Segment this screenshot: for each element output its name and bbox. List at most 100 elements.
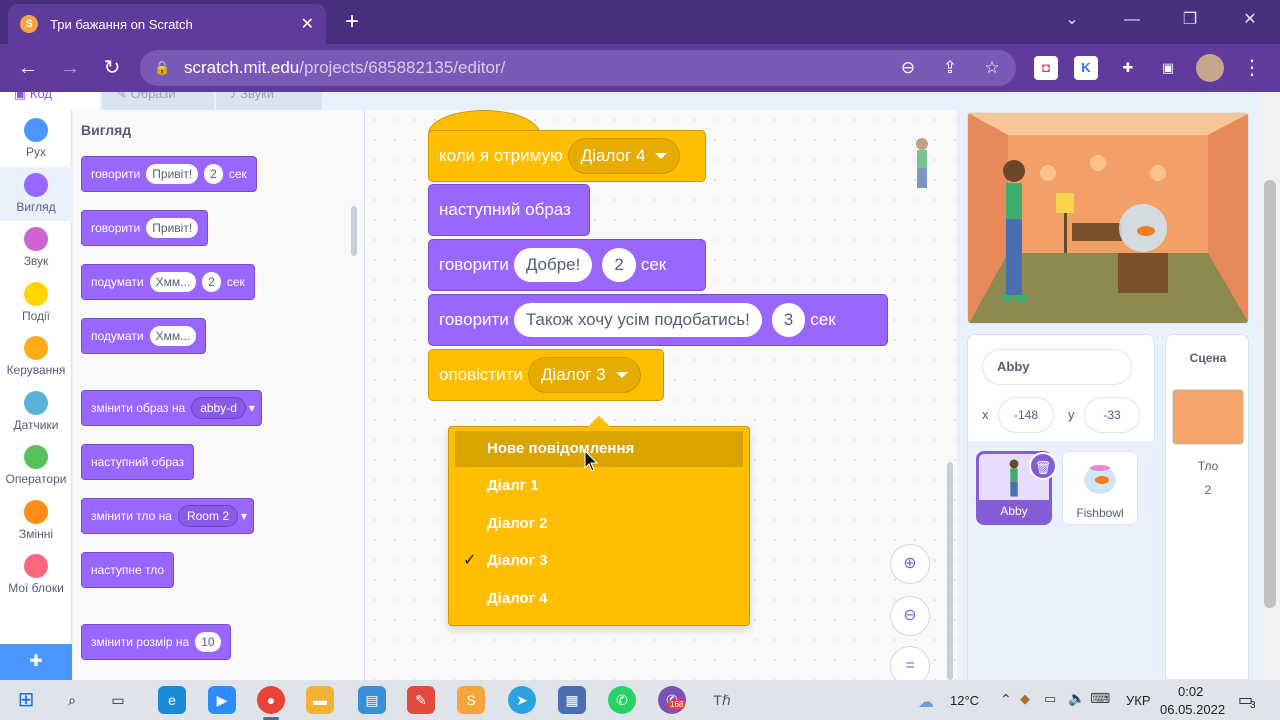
category-8[interactable]: Змінні [0,494,72,548]
tab-code[interactable]: ▣ Код [0,92,100,110]
tab-close-icon[interactable]: ✕ [301,14,314,34]
language-indicator[interactable]: УКР [1126,693,1151,708]
dropdown-item[interactable]: Діалг 1 [455,468,743,504]
bookmark-star-icon[interactable]: ☆ [980,56,1004,80]
say-secs-input[interactable]: 2 [602,248,636,282]
say-text-input-2[interactable]: Також хочу усім подобатись! [513,303,762,337]
close-window-button[interactable]: ✕ [1230,6,1270,34]
palette-block[interactable]: наступне тло [81,552,175,588]
palette-block[interactable]: подумати Хмм... [81,318,207,354]
back-button[interactable]: ← [14,54,42,82]
code-scrollbar[interactable] [947,462,953,680]
browser-menu-icon[interactable]: ⋮ [1238,54,1266,82]
dropdown-item[interactable]: Діалог 2 [455,506,743,542]
category-4[interactable]: Події [0,276,72,330]
url-input[interactable]: 🔒 scratch.mit.edu/projects/685882135/edi… [140,50,1016,86]
palette-block[interactable]: говорити Привіт! 2 сек [81,156,257,192]
dropdown-item[interactable]: ✓ Діалог 3 [455,543,743,579]
clock-time[interactable]: 0:02 [1178,684,1203,699]
dropdown-item[interactable]: Нове повідомлення [455,431,743,467]
tab-costumes[interactable]: ✎ Образи [102,92,214,110]
page-scrollbar-thumb[interactable] [1264,180,1276,608]
profile-avatar[interactable] [1196,54,1224,82]
notebook-icon[interactable]: ▤ [358,686,386,714]
next-costume-block[interactable]: наступний образ [428,184,590,236]
file-explorer-icon[interactable]: ▬ [306,686,334,714]
network-icon[interactable]: ▭ [1044,691,1056,707]
receive-message-dropdown[interactable]: Діалог 4 [567,138,681,174]
palette-block[interactable]: змінити образ на abby-d ▾ [81,390,262,426]
forward-button[interactable]: → [56,54,84,82]
block-dropdown[interactable]: Room 2 [177,505,238,527]
window-icon[interactable]: ▣ [1156,56,1180,80]
reload-button[interactable]: ↻ [98,54,126,82]
when-i-receive-block[interactable]: коли я отримую Діалог 4 [428,130,706,182]
clock-date[interactable]: 06.05.2022 [1160,702,1225,717]
keyboard-icon[interactable]: ⌨ [1090,690,1110,707]
block-input[interactable]: 2 [204,164,223,184]
category-2[interactable]: Вигляд [0,166,72,221]
palette-block[interactable]: наступний образ [81,444,195,480]
zoom-icon[interactable]: ⊖ [896,56,920,80]
block-input[interactable]: Хмм... [149,272,197,292]
say-for-secs-block-2[interactable]: говорити Також хочу усім подобатись! 3 с… [428,294,888,346]
maximize-button[interactable]: ❐ [1170,6,1210,34]
stage[interactable] [967,112,1249,324]
calculator-icon[interactable]: ▦ [558,686,586,714]
whatsapp-icon[interactable]: ✆ [608,686,636,714]
zoom-app-icon[interactable]: ▶ [208,686,236,714]
palette-block[interactable]: подумати Хмм... 2 сек [81,264,255,300]
pocket-icon[interactable]: ◘ [1034,56,1058,80]
say-text-input[interactable]: Добре! [513,248,593,282]
search-icon[interactable]: ⌕ [58,686,86,714]
zoom-in-button[interactable]: ⊕ [890,544,930,584]
block-input[interactable]: 10 [195,632,221,652]
chrome-icon[interactable]: ● [257,686,285,714]
k-extension-icon[interactable]: K [1074,56,1098,80]
category-1[interactable]: Рух [0,112,72,166]
sprite-name-input[interactable]: Abby [982,349,1132,385]
zoom-reset-button[interactable]: = [890,646,930,680]
stage-target-panel[interactable]: Сцена Тло 2 [1165,334,1249,680]
share-icon[interactable]: ⇪ [938,56,962,80]
palette-block[interactable]: змінити тло на Room 2 ▾ [81,498,255,534]
block-input[interactable]: Привіт! [146,164,199,184]
task-view-icon[interactable]: ▭ [104,686,132,714]
palette-scrollbar[interactable] [351,206,357,256]
telegram-icon[interactable]: ➤ [508,686,536,714]
block-dropdown[interactable]: abby-d [191,397,246,419]
sprite-thumb-fishbowl[interactable]: Fishbowl [1062,451,1138,525]
tray-overflow-icon[interactable]: ⌃ [1000,691,1012,708]
browser-tab[interactable]: S Три бажання on Scratch ✕ [8,4,326,44]
tray-app-icon[interactable]: ◆ [1020,691,1030,707]
add-extension-button[interactable]: ✚ [0,644,72,680]
new-tab-button[interactable]: + [338,8,366,36]
x-input[interactable]: -148 [998,397,1054,433]
minimize-button[interactable]: — [1112,6,1152,34]
palette-block[interactable]: змінити розмір на 10 [81,624,231,660]
temperature[interactable]: 12°C [950,693,979,708]
scratch-app-icon[interactable]: S [457,686,485,714]
page-scrollbar[interactable] [1260,92,1280,680]
tab-search-icon[interactable]: ⌄ [1052,6,1092,34]
block-input[interactable]: 2 [202,272,221,292]
edge-icon[interactable]: e [158,686,186,714]
volume-icon[interactable]: 🔈 [1068,690,1085,707]
block-input[interactable]: Привіт! [146,218,199,238]
dropdown-item[interactable]: Діалог 4 [455,581,743,617]
broadcast-message-dropdown[interactable]: Діалог 3 [528,357,641,393]
block-input[interactable]: Хмм... [149,326,197,346]
paint-app-icon[interactable]: ✎ [407,686,435,714]
y-input[interactable]: -33 [1084,397,1140,433]
category-7[interactable]: Оператори [0,439,72,493]
puzzle-icon[interactable]: ✚ [1116,56,1140,80]
say-secs-input-2[interactable]: 3 [771,303,806,337]
say-for-secs-block[interactable]: говорити Добре! 2 сек [428,239,706,291]
category-3[interactable]: Звук [0,221,72,275]
windows-start-icon[interactable]: ⊞ [12,686,40,714]
palette-block[interactable]: говорити Привіт! [81,210,209,246]
category-5[interactable]: Керування [0,330,72,384]
category-9[interactable]: Мої блоки [0,548,72,602]
broadcast-block[interactable]: оповістити Діалог 3 [428,349,664,401]
delete-sprite-icon[interactable]: 🗑 [1029,452,1057,480]
